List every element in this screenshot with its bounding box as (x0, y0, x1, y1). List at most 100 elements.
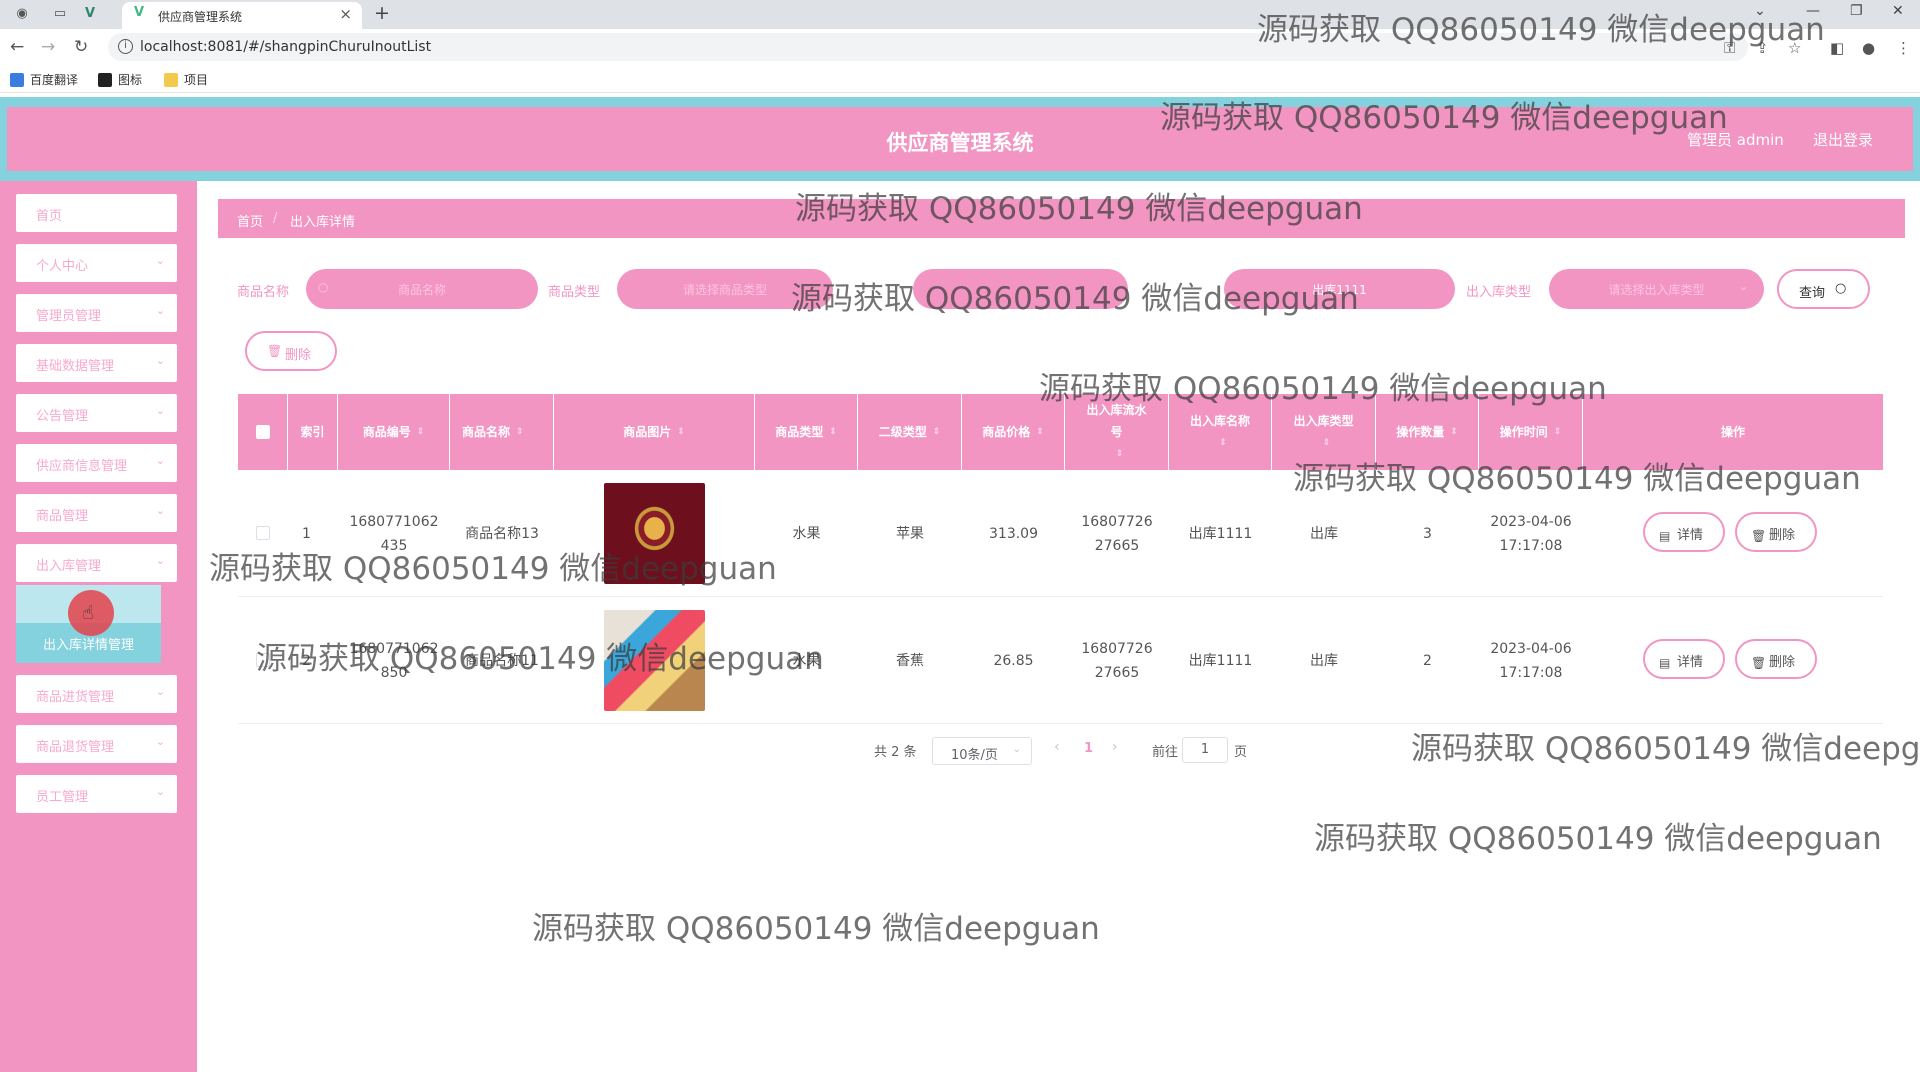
cell-serial: 1680772627665 (1081, 640, 1153, 681)
vue-tab-icon[interactable]: V (80, 4, 100, 24)
sort-icon: ⇕ (1036, 427, 1044, 437)
sidebar-subitem-hovered[interactable]: ☝ (16, 585, 161, 636)
watermark-text: 源码获取 QQ86050149 微信deepguan (1411, 731, 1920, 767)
type-filter-select[interactable]: 请选择商品类型 (617, 269, 833, 309)
delete-button[interactable]: 🗑 删除 (1735, 512, 1817, 552)
sort-icon: ⇕ (1322, 438, 1331, 448)
trash-icon: 🗑 (1751, 529, 1767, 543)
page-number-current[interactable]: 1 (1084, 741, 1093, 756)
row-select-cell (238, 470, 288, 597)
col-inout-type[interactable]: 出入库类型 ⇕ (1272, 394, 1376, 470)
restore-icon[interactable]: ❐ (1850, 3, 1863, 19)
col-price[interactable]: 商品价格 ⇕ (962, 394, 1065, 470)
col-code[interactable]: 商品编号 ⇕ (338, 394, 450, 470)
bookmark-icons[interactable]: 图标 (98, 71, 142, 88)
search-icon: ○ (1835, 281, 1847, 296)
profile-icon[interactable]: ● (1862, 39, 1875, 57)
sidebar-item-basic-data[interactable]: 基础数据管理 ⌄ (16, 344, 177, 382)
select-all-checkbox[interactable] (256, 425, 270, 439)
current-user: 管理员 admin (1687, 131, 1784, 149)
page-size-select[interactable]: 10条/页 ⌄ (932, 737, 1032, 765)
sort-icon: ⇕ (516, 427, 524, 437)
row-checkbox[interactable] (256, 526, 270, 540)
product-image[interactable] (604, 483, 705, 584)
batch-delete-button[interactable]: 🗑 删除 (245, 331, 337, 371)
share-icon[interactable]: ⇪ (1756, 39, 1769, 57)
address-bar: ← → ↻ i localhost:8081/#/shangpinChuruIn… (0, 29, 1920, 65)
app-title: 供应商管理系统 (886, 131, 1034, 155)
app-header: 供应商管理系统 管理员 admin 退出登录 (7, 107, 1913, 171)
col-time[interactable]: 操作时间 ⇕ (1479, 394, 1583, 470)
col-qty[interactable]: 操作数量 ⇕ (1376, 394, 1479, 470)
trash-icon: 🗑 (267, 344, 283, 358)
new-tab-icon[interactable]: + (374, 2, 390, 24)
goto-label: 前往 (1152, 745, 1179, 760)
sidebar-item-return[interactable]: 商品退货管理 ⌄ (16, 725, 177, 763)
close-icon[interactable]: × (339, 5, 352, 23)
sidebar-item-profile[interactable]: 个人中心 ⌄ (16, 244, 177, 282)
detail-button[interactable]: ▤ 详情 (1643, 639, 1725, 679)
product-image[interactable] (604, 610, 705, 711)
breadcrumb: 首页 / 出入库详情 (218, 199, 1905, 238)
inout-type-filter-label: 出入库类型 (1466, 285, 1532, 300)
key-icon[interactable]: ⚿ (1724, 39, 1735, 57)
forward-icon[interactable]: → (41, 37, 55, 57)
cell-subtype: 苹果 (896, 525, 924, 542)
delete-button[interactable]: 🗑 删除 (1735, 639, 1817, 679)
col-serial[interactable]: 出入库流水号 ⇕ (1065, 394, 1169, 470)
sort-icon: ⇕ (829, 427, 837, 437)
sidebar-item-supplier[interactable]: 供应商信息管理 ⌄ (16, 444, 177, 482)
back-icon[interactable]: ← (10, 37, 24, 57)
browser-tab-active[interactable]: V 供应商管理系统 × (122, 2, 362, 29)
sidepanel-icon[interactable]: ◧ (1830, 39, 1844, 57)
header-select-all-cell (238, 394, 288, 470)
sidebar-item-purchase[interactable]: 商品进货管理 ⌄ (16, 675, 177, 713)
minimize-icon[interactable]: — (1806, 3, 1820, 19)
tab-icon[interactable]: ▭ (50, 4, 70, 24)
info-icon[interactable]: i (118, 39, 133, 54)
chevron-down-icon: ⌄ (155, 785, 165, 798)
row-checkbox[interactable] (256, 653, 270, 667)
url-field[interactable]: i localhost:8081/#/shangpinChuruInoutLis… (108, 33, 1748, 61)
cell-inout-type: 出库 (1310, 652, 1338, 669)
vue-favicon-icon: V (134, 5, 145, 20)
inout-type-filter-select[interactable]: 请选择出入库类型 ⌄ (1549, 269, 1764, 309)
cell-index: 2 (302, 652, 311, 669)
sidebar-item-home[interactable]: 首页 (16, 194, 177, 232)
search-button[interactable]: 查询 ○ (1777, 269, 1870, 309)
chevron-down-icon: ⌄ (155, 454, 165, 467)
sidebar-subitem-inout-detail[interactable]: 出入库详情管理 (16, 634, 161, 653)
inout-name-filter-input[interactable]: 出库1111 (1224, 269, 1455, 309)
detail-button[interactable]: ▤ 详情 (1643, 512, 1725, 552)
cell-inout-type: 出库 (1310, 525, 1338, 542)
logout-link[interactable]: 退出登录 (1813, 129, 1873, 150)
star-icon[interactable]: ☆ (1788, 39, 1801, 57)
reload-icon[interactable]: ↻ (74, 37, 88, 57)
subtype-filter-select[interactable] (913, 269, 1128, 309)
cell-image (554, 597, 755, 724)
bookmark-project[interactable]: 项目 (164, 71, 208, 88)
sidebar-item-staff[interactable]: 员工管理 ⌄ (16, 775, 177, 813)
prev-page-icon[interactable]: ‹ (1054, 739, 1060, 755)
bookmark-baidu-translate[interactable]: 百度翻译 (10, 71, 78, 88)
sidebar-item-inout[interactable]: 出入库管理 ⌄ (16, 544, 177, 582)
sidebar-item-goods[interactable]: 商品管理 ⌄ (16, 494, 177, 532)
col-name[interactable]: 商品名称 ⇕ (450, 394, 554, 470)
col-subtype[interactable]: 二级类型 ⇕ (858, 394, 962, 470)
window-close-icon[interactable]: ✕ (1892, 3, 1904, 19)
cell-qty: 3 (1423, 525, 1432, 542)
col-image[interactable]: 商品图片 ⇕ (554, 394, 755, 470)
cell-subtype: 香蕉 (896, 652, 924, 669)
cell-name: 商品名称13 (465, 525, 539, 542)
menu-dots-icon[interactable]: ⋮ (1896, 39, 1911, 57)
chevron-down-icon[interactable]: ⌄ (1754, 3, 1766, 19)
goto-page-input[interactable]: 1 (1182, 737, 1228, 763)
col-type[interactable]: 商品类型 ⇕ (755, 394, 858, 470)
breadcrumb-home[interactable]: 首页 (237, 211, 263, 230)
sidebar-item-admin[interactable]: 管理员管理 ⌄ (16, 294, 177, 332)
sidebar-item-notice[interactable]: 公告管理 ⌄ (16, 394, 177, 432)
next-page-icon[interactable]: › (1112, 739, 1118, 755)
globe-icon[interactable]: ◉ (12, 4, 32, 24)
col-inout-name[interactable]: 出入库名称 ⇕ (1169, 394, 1272, 470)
name-filter-input[interactable]: ○ 商品名称 (306, 269, 538, 309)
